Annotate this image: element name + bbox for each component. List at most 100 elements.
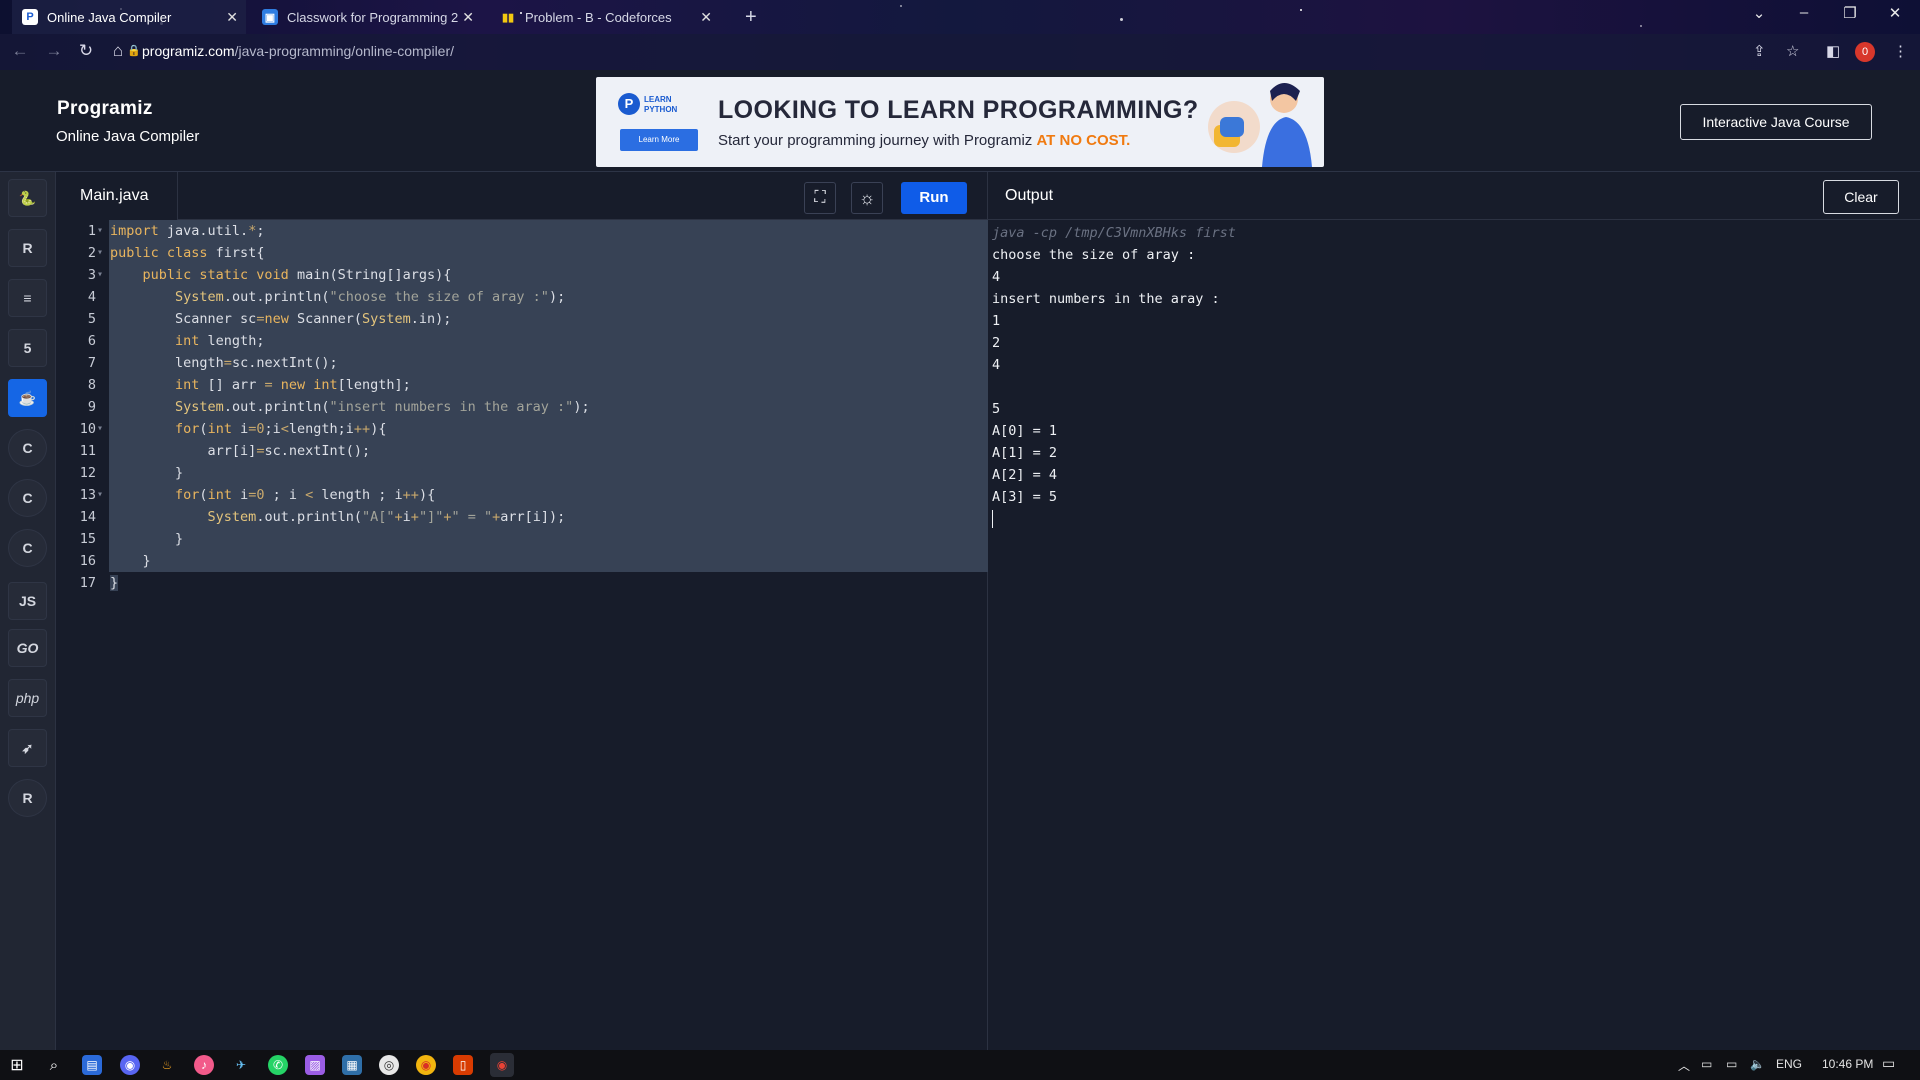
clock-time[interactable]: 10:46 PM [1822, 1057, 1873, 1071]
output-header: Output Clear [988, 172, 1920, 220]
clear-button[interactable]: Clear [1823, 180, 1899, 214]
back-icon[interactable]: ← [8, 41, 32, 61]
csharp-language-icon[interactable]: C [8, 529, 47, 567]
tab-title: Online Java Compiler [47, 9, 172, 25]
rust-icon[interactable]: R [8, 779, 47, 817]
r-language-icon[interactable]: R [8, 229, 47, 267]
python-icon[interactable]: 🐍 [8, 179, 47, 217]
close-tab-icon[interactable]: ✕ [462, 9, 474, 26]
menu-kebab-icon[interactable]: ⋮ [1893, 42, 1908, 60]
editor-app-icon[interactable]: ▨ [305, 1055, 325, 1075]
chrome-active-icon[interactable]: ◉ [490, 1053, 514, 1077]
language-sidebar: 🐍 R ≡ 5 ☕ C C C JS GO php ➶ R [0, 172, 56, 1050]
new-tab-button[interactable]: + [735, 0, 765, 34]
file-explorer-icon[interactable]: ▤ [82, 1055, 102, 1075]
browser-chrome: P Online Java Compiler ✕ ▣ Classwork for… [0, 0, 1920, 70]
reload-icon[interactable]: ↻ [74, 41, 98, 61]
tab-search-icon[interactable]: ⌄ [1744, 4, 1774, 22]
browser-toolbar: ← → ↻ ⌂ 🔒 programiz.com/java-programming… [0, 34, 1920, 70]
output-line: 4 [992, 269, 1001, 285]
close-tab-icon[interactable]: ✕ [226, 9, 238, 26]
music-icon[interactable]: ♪ [194, 1055, 214, 1075]
output-line: 4 [992, 357, 1001, 373]
whatsapp-icon[interactable]: ✆ [268, 1055, 288, 1075]
php-icon[interactable]: php [8, 679, 47, 717]
editor-pane: Main.java ⛶ ☼ Run 1 ▾ import java.util.*; … [56, 172, 988, 1050]
windows-taskbar: ⊞ ⌕ ▤ ◉ ♨ ♪ ✈ ✆ ▨ ▦ ◎ ◉ ▯ ◉ ︿ ▭ ▭ 🔈 ENG … [0, 1050, 1920, 1080]
forward-icon[interactable]: → [42, 41, 66, 61]
battery-icon[interactable]: ▭ [1726, 1057, 1737, 1071]
close-window-icon[interactable]: ✕ [1880, 4, 1910, 22]
file-tab[interactable]: Main.java [56, 172, 178, 220]
chrome-icon[interactable]: ◉ [416, 1055, 436, 1075]
search-icon[interactable]: ⌕ [44, 1055, 64, 1075]
notifications-icon[interactable]: ▭ [1882, 1055, 1895, 1072]
run-button[interactable]: Run [901, 182, 967, 214]
input-line[interactable] [992, 510, 1912, 532]
java-icon[interactable]: ☕ [8, 379, 47, 417]
output-line: 1 [992, 313, 1001, 329]
tray-chevron-icon[interactable]: ︿ [1678, 1057, 1690, 1074]
code-line: 14 System.out.println("A["+i+"]"+" = "+a… [56, 506, 988, 528]
network-icon[interactable]: ▭ [1701, 1057, 1712, 1071]
output-command: java -cp /tmp/C3VmnXBHks first [992, 225, 1236, 241]
tab-strip: P Online Java Compiler ✕ ▣ Classwork for… [0, 0, 1920, 34]
photos-app-icon[interactable]: ▦ [342, 1055, 362, 1075]
output-title: Output [1005, 187, 1054, 204]
go-language-icon[interactable]: GO [8, 629, 47, 667]
code-editor[interactable]: 1 ▾ import java.util.*; 2 ▾ public class fir… [56, 220, 988, 594]
site-header: Programiz Online Java Compiler P LEARN PY… [0, 70, 1920, 172]
swift-icon[interactable]: ➶ [8, 729, 47, 767]
code-line: 17} [79, 575, 119, 591]
tab-title: Problem - B - Codeforces [525, 9, 672, 25]
code-line: 3 ▾ public static void main(String[]args)… [56, 264, 988, 286]
share-icon[interactable]: ⇪ [1753, 42, 1766, 60]
editor-header: Main.java ⛶ ☼ Run [56, 172, 988, 220]
theme-toggle-icon[interactable]: ☼ [851, 182, 883, 214]
codeforces-favicon-icon: ▮▮ [501, 11, 515, 24]
ad-badge-line2: PYTHON [644, 105, 678, 114]
bookmark-star-icon[interactable]: ☆ [1786, 42, 1799, 60]
address-bar[interactable]: programiz.com/java-programming/online-co… [142, 43, 454, 59]
profile-avatar[interactable]: 0 [1855, 42, 1875, 62]
steam-icon[interactable]: ✈ [231, 1055, 251, 1075]
output-console[interactable]: java -cp /tmp/C3VmnXBHks first choose th… [992, 222, 1912, 532]
browser-tab-programiz[interactable]: P Online Java Compiler ✕ [12, 0, 246, 34]
java-ide-icon[interactable]: ♨ [157, 1055, 177, 1075]
c-language-icon[interactable]: C [8, 429, 47, 467]
volume-icon[interactable]: 🔈 [1750, 1057, 1765, 1071]
side-panel-icon[interactable]: ◧ [1826, 42, 1840, 60]
output-line: insert numbers in the aray : [992, 291, 1220, 307]
javascript-icon[interactable]: JS [8, 582, 47, 620]
language-indicator[interactable]: ENG [1776, 1057, 1802, 1071]
ad-banner[interactable]: P LEARN PYTHON Learn More LOOKING TO LEAR… [596, 77, 1324, 167]
interactive-course-button[interactable]: Interactive Java Course [1680, 104, 1872, 140]
cpp-language-icon[interactable]: C [8, 479, 47, 517]
browser-tab-classwork[interactable]: ▣ Classwork for Programming 2 ✕ [252, 0, 482, 34]
windows-start-icon[interactable]: ⊞ [7, 1055, 27, 1075]
discord-icon[interactable]: ◉ [120, 1055, 140, 1075]
fullscreen-icon[interactable]: ⛶ [804, 182, 836, 214]
ad-learn-more-button[interactable]: Learn More [620, 129, 698, 151]
code-line: 7 length=sc.nextInt(); [56, 352, 988, 374]
sql-database-icon[interactable]: ≡ [8, 279, 47, 317]
office-icon[interactable]: ▯ [453, 1055, 473, 1075]
minimize-icon[interactable]: – [1789, 4, 1819, 21]
html5-icon[interactable]: 5 [8, 329, 47, 367]
url-host: programiz.com [142, 43, 235, 59]
code-line: 11 arr[i]=sc.nextInt(); [56, 440, 988, 462]
output-line: A[0] = 1 [992, 423, 1058, 439]
github-desktop-icon[interactable]: ◎ [379, 1055, 399, 1075]
close-tab-icon[interactable]: ✕ [700, 9, 712, 26]
code-line: 5 Scanner sc=new Scanner(System.in); [56, 308, 988, 330]
browser-tab-codeforces[interactable]: ▮▮ Problem - B - Codeforces ✕ [490, 0, 720, 34]
restore-icon[interactable]: ❐ [1835, 4, 1865, 22]
ad-illustration [1208, 83, 1312, 167]
text-caret [992, 510, 993, 528]
ad-subtitle: Start your programming journey with Prog… [718, 132, 1130, 149]
programiz-logo[interactable]: Programiz [57, 98, 153, 120]
tab-title: Classwork for Programming 2 [287, 9, 459, 25]
code-line: 13 ▾ for(int i=0 ; i < length ; i++){ [56, 484, 988, 506]
ad-subtitle-text: Start your programming journey with Prog… [718, 132, 1037, 149]
